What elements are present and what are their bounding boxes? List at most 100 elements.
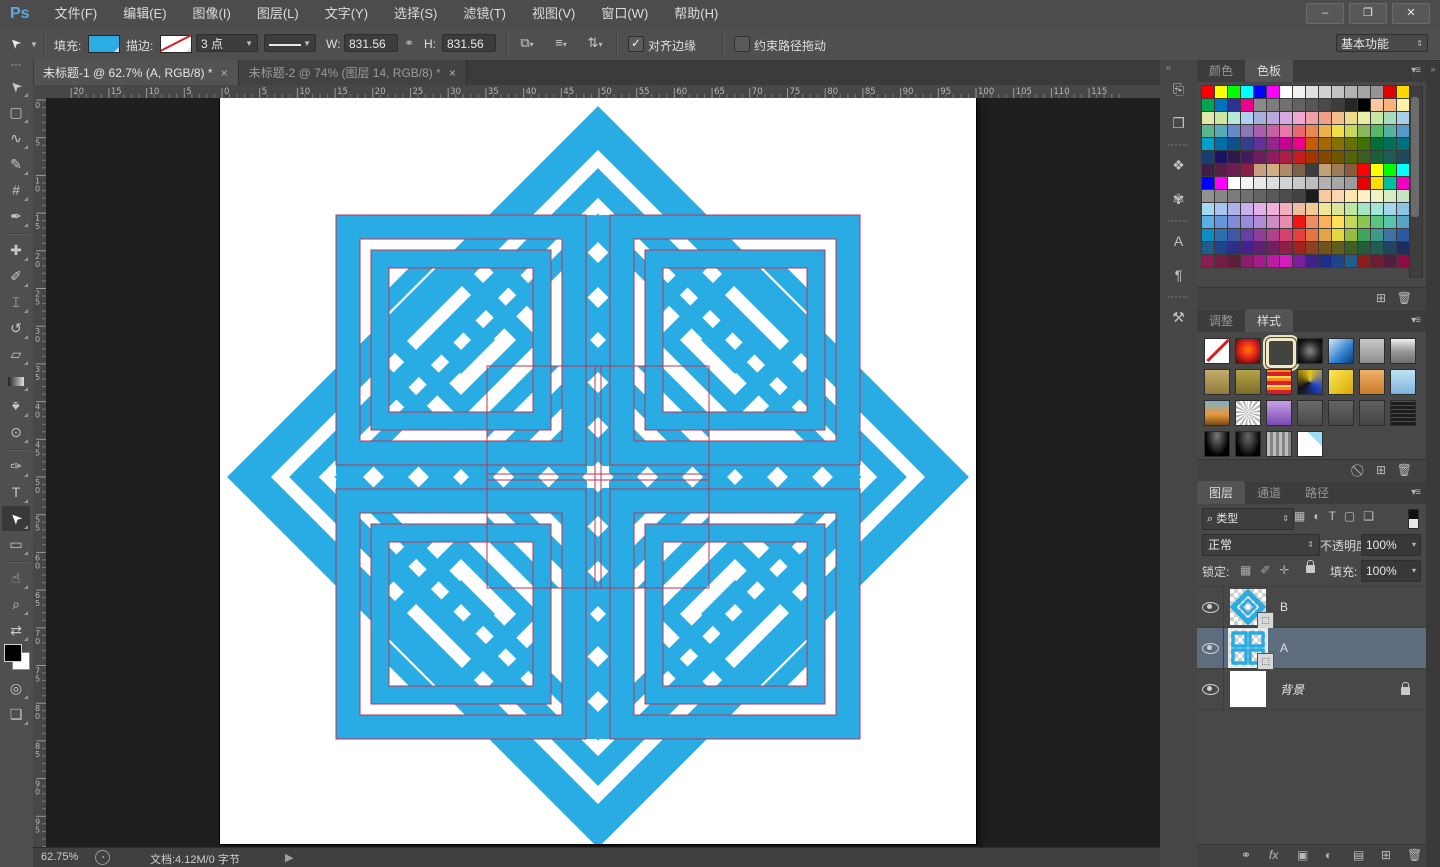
swatch[interactable] [1345, 112, 1357, 124]
swatch[interactable] [1228, 99, 1240, 111]
swatch[interactable] [1358, 242, 1370, 254]
quick-selection-tool[interactable]: ✎ [2, 152, 30, 177]
foreground-background-colors[interactable] [4, 644, 30, 670]
menu-i[interactable]: 图像(I) [180, 6, 244, 21]
swatch[interactable] [1202, 242, 1214, 254]
swatch[interactable] [1293, 177, 1305, 189]
swatch[interactable] [1241, 203, 1253, 215]
swatch[interactable] [1319, 99, 1331, 111]
swatch[interactable] [1332, 216, 1344, 228]
swatch[interactable] [1202, 255, 1214, 267]
swatch[interactable] [1397, 190, 1409, 202]
panel-menu-icon[interactable]: ▾≡ [1411, 487, 1420, 498]
swatch[interactable] [1371, 138, 1383, 150]
style-black-v1[interactable] [1204, 431, 1230, 457]
swatch[interactable] [1319, 229, 1331, 241]
swatch[interactable] [1293, 112, 1305, 124]
style-dark-circles[interactable] [1297, 338, 1323, 364]
swatch[interactable] [1332, 203, 1344, 215]
swatch[interactable] [1319, 177, 1331, 189]
swatch[interactable] [1293, 190, 1305, 202]
menu-f[interactable]: 文件(F) [42, 6, 111, 21]
style-purple[interactable] [1266, 400, 1292, 426]
swatch[interactable] [1202, 190, 1214, 202]
swatch[interactable] [1280, 151, 1292, 163]
style-emboss-2[interactable] [1328, 400, 1354, 426]
swatch[interactable] [1280, 99, 1292, 111]
swatch[interactable] [1332, 255, 1344, 267]
swatch[interactable] [1241, 125, 1253, 137]
style-olive[interactable] [1235, 369, 1261, 395]
swatch[interactable] [1215, 151, 1227, 163]
new-swatch-button[interactable]: ⊞ [1376, 291, 1386, 305]
swatch[interactable] [1215, 242, 1227, 254]
history-panel-icon[interactable]: ⎘ [1165, 76, 1192, 102]
swatch[interactable] [1358, 203, 1370, 215]
filter-toggle[interactable] [1408, 509, 1419, 529]
swatch[interactable] [1241, 164, 1253, 176]
delete-swatch-button[interactable]: 🗑 [1397, 291, 1412, 305]
zoom-level[interactable]: 62.75% [41, 851, 78, 863]
swatch[interactable] [1254, 177, 1266, 189]
blend-mode-select[interactable]: 正常⇕ [1202, 534, 1320, 556]
swatch[interactable] [1215, 138, 1227, 150]
swatch[interactable] [1202, 229, 1214, 241]
style-red-glow[interactable] [1235, 338, 1261, 364]
swatch[interactable] [1332, 99, 1344, 111]
swatch[interactable] [1332, 112, 1344, 124]
stroke-color-swatch[interactable] [160, 35, 192, 53]
swatch[interactable] [1358, 255, 1370, 267]
fill-opacity-input[interactable]: 100%▾ [1361, 560, 1421, 582]
swatch[interactable] [1228, 86, 1240, 98]
swatch[interactable] [1384, 177, 1396, 189]
swatch[interactable] [1345, 138, 1357, 150]
swatch[interactable] [1254, 164, 1266, 176]
3d-panel-icon[interactable]: ❒ [1165, 110, 1192, 136]
swatch[interactable] [1293, 255, 1305, 267]
style-camo[interactable] [1297, 369, 1323, 395]
menu-e[interactable]: 编辑(E) [110, 6, 179, 21]
character-panel-icon[interactable]: A [1165, 228, 1192, 254]
style-yellow-gloss[interactable] [1328, 369, 1354, 395]
healing-brush-tool[interactable]: ✚ [2, 238, 30, 263]
swatch[interactable] [1397, 164, 1409, 176]
swatch[interactable] [1319, 138, 1331, 150]
swatch[interactable] [1332, 242, 1344, 254]
adjustment-layer-icon[interactable]: ◐ [1325, 848, 1332, 862]
style-red-stripes[interactable] [1266, 369, 1292, 395]
eraser-tool[interactable]: ▱ [2, 342, 30, 367]
menu-h[interactable]: 帮助(H) [661, 6, 731, 21]
swatch[interactable] [1228, 203, 1240, 215]
swatch[interactable] [1371, 112, 1383, 124]
layer-style-icon[interactable]: fx [1269, 848, 1278, 862]
swatch[interactable] [1241, 112, 1253, 124]
swatch[interactable] [1384, 164, 1396, 176]
swatch[interactable] [1397, 229, 1409, 241]
close-button[interactable]: ✕ [1392, 3, 1430, 24]
dodge-tool[interactable]: ⊙ [2, 420, 30, 445]
swatch[interactable] [1319, 242, 1331, 254]
swatch[interactable] [1358, 86, 1370, 98]
style-sky[interactable] [1390, 369, 1416, 395]
menu-v[interactable]: 视图(V) [519, 6, 588, 21]
swatch[interactable] [1345, 151, 1357, 163]
swatch[interactable] [1241, 190, 1253, 202]
horizontal-ruler[interactable]: 2015105051015202530354045505560657075808… [33, 85, 1160, 99]
swatch[interactable] [1384, 216, 1396, 228]
layer-thumbnail[interactable]: ⬚ [1230, 630, 1266, 666]
swatch[interactable] [1228, 177, 1240, 189]
swatch[interactable] [1293, 203, 1305, 215]
swatch[interactable] [1371, 125, 1383, 137]
swatch[interactable] [1371, 242, 1383, 254]
swatch[interactable] [1254, 99, 1266, 111]
style-none[interactable] [1204, 338, 1230, 364]
path-arrangement-button[interactable]: ⇅▾ [582, 33, 608, 54]
swatch[interactable] [1371, 164, 1383, 176]
swatch[interactable] [1267, 112, 1279, 124]
marquee-tool[interactable]: ▢ [2, 100, 30, 125]
blur-tool[interactable]: ♠ [2, 394, 30, 419]
swatch[interactable] [1215, 216, 1227, 228]
style-gray-ridge[interactable] [1266, 431, 1292, 457]
swap-colors[interactable]: ⇄ [2, 618, 30, 643]
style-white-blue[interactable] [1297, 431, 1323, 457]
